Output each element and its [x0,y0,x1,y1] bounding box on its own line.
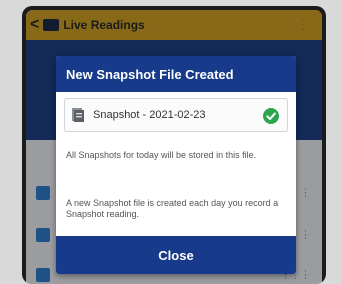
dialog-description-2: A new Snapshot file is created each day … [66,198,279,219]
file-icon [72,108,84,122]
snapshot-file-name: Snapshot - 2021-02-23 [93,109,206,121]
snapshot-file-row: Snapshot - 2021-02-23 [64,98,288,132]
app-screen: < Live Readings ⋮ ⋮⋮⋮ ⋮⋮⋮ ⋮⋮⋮ New Snapsh… [26,10,322,284]
phone-frame: < Live Readings ⋮ ⋮⋮⋮ ⋮⋮⋮ ⋮⋮⋮ New Snapsh… [22,6,326,284]
check-circle-icon [263,108,279,124]
dialog-title: New Snapshot File Created [56,56,296,92]
snapshot-dialog: New Snapshot File Created Snapshot - 202… [56,56,296,274]
close-button[interactable]: Close [56,236,296,274]
dialog-description-1: All Snapshots for today will be stored i… [66,150,257,160]
